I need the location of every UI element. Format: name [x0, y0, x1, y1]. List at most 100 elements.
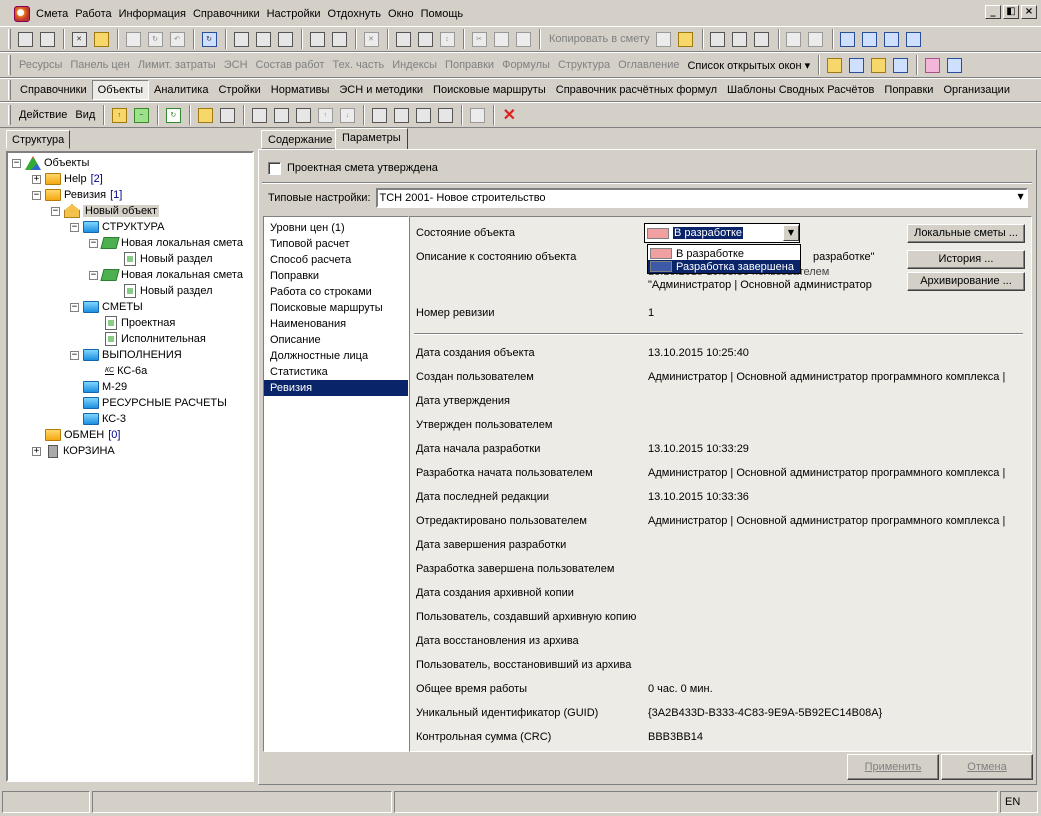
app-logo-icon[interactable] [14, 6, 30, 22]
tree-view-icon[interactable] [15, 29, 35, 49]
chevron-down-icon[interactable]: ▼ [783, 225, 799, 241]
cancel-button[interactable]: Отмена [941, 754, 1033, 780]
section-search-routes[interactable]: Поисковые маршруты [264, 300, 408, 316]
tab-search-routes[interactable]: Поисковые маршруты [428, 81, 551, 99]
refresh-green-icon[interactable]: ↻ [163, 105, 183, 125]
undo-icon[interactable]: ↶ [167, 29, 187, 49]
rs-doc-icon[interactable] [730, 29, 750, 49]
insert-row-icon[interactable] [253, 29, 273, 49]
corrections-button[interactable]: Поправки [441, 59, 498, 71]
align-right-icon[interactable] [904, 29, 924, 49]
export-icon[interactable] [393, 29, 413, 49]
collapse-icon[interactable]: − [89, 270, 98, 280]
section-revision[interactable]: Ревизия [264, 380, 408, 396]
tab-construction[interactable]: Стройки [213, 81, 265, 99]
tab-spravochniki[interactable]: Справочники [15, 81, 92, 99]
tab-content[interactable]: Содержание [261, 130, 340, 149]
menu-pomoshch[interactable]: Помощь [421, 8, 464, 20]
truck-icon[interactable] [846, 55, 866, 75]
print-preview-icon[interactable] [307, 29, 327, 49]
close-button[interactable]: × [1021, 5, 1037, 19]
new-object-icon[interactable] [195, 105, 215, 125]
approved-checkbox-row[interactable]: Проектная смета утверждена [268, 160, 438, 176]
section-calc-method[interactable]: Способ расчета [264, 252, 408, 268]
toc-button[interactable]: Оглавление [614, 59, 683, 71]
section-rows[interactable]: Работа со строками [264, 284, 408, 300]
collapse-icon[interactable]: − [70, 302, 79, 312]
tab-params[interactable]: Параметры [335, 128, 408, 150]
save-icon[interactable] [123, 29, 143, 49]
tree-node-ks3[interactable]: КС-3 [83, 411, 126, 427]
layers-blue-icon[interactable] [944, 55, 964, 75]
tab-formula-reference[interactable]: Справочник расчётных формул [551, 81, 722, 99]
local-estimates-button[interactable]: Локальные сметы ... [907, 224, 1025, 243]
state-option-completed[interactable]: Разработка завершена [648, 260, 800, 273]
layers-pink-icon[interactable] [922, 55, 942, 75]
materials-icon[interactable] [868, 55, 888, 75]
collapse-icon[interactable]: − [32, 190, 41, 200]
move-icon[interactable]: ↕ [437, 29, 457, 49]
tree-node-exchange[interactable]: ОБМЕН [0] [45, 427, 120, 443]
tree-node-help[interactable]: + Help [2] [32, 171, 103, 187]
collapse-icon[interactable]: − [70, 222, 79, 232]
rs-icon[interactable] [271, 105, 291, 125]
tree-node-local-estimate-1[interactable]: − Новая локальная смета [89, 235, 243, 251]
tree-node-executive[interactable]: Исполнительная [105, 331, 206, 347]
state-option-in-development[interactable]: В разработке [648, 247, 800, 260]
tree-node-section-1[interactable]: Новый раздел [124, 251, 213, 267]
tree-node-executions[interactable]: − ВЫПОЛНЕНИЯ [70, 347, 182, 363]
menu-nastroiki[interactable]: Настройки [267, 8, 321, 20]
copy-to-estimate-button[interactable]: Копировать в смету [545, 33, 654, 45]
menu-rabota[interactable]: Работа [75, 8, 111, 20]
tree-node-revision[interactable]: − Ревизия [1] [32, 187, 122, 203]
rr-icon[interactable] [413, 105, 433, 125]
arrow-up-icon[interactable]: ↑ [315, 105, 335, 125]
expand-icon[interactable]: + [32, 174, 41, 184]
tree-node-structure[interactable]: − СТРУКТУРА [70, 219, 164, 235]
expand-icon[interactable]: + [32, 446, 41, 456]
m29-icon[interactable] [391, 105, 411, 125]
tree-node-section-2[interactable]: Новый раздел [124, 283, 213, 299]
tab-summary-templates[interactable]: Шаблоны Сводных Расчётов [722, 81, 879, 99]
properties-icon[interactable] [467, 105, 487, 125]
tab-organizations[interactable]: Организации [938, 81, 1015, 99]
copy-doc-icon[interactable] [654, 29, 674, 49]
toolbar-grip[interactable] [8, 29, 11, 49]
work-composition-button[interactable]: Состав работ [252, 59, 329, 71]
open-windows-dropdown[interactable]: Список открытых окон ▾ [683, 59, 814, 72]
print-icon[interactable] [329, 29, 349, 49]
formulas-button[interactable]: Формулы [498, 59, 554, 71]
typical-settings-select[interactable]: ТСН 2001- Новое строительство ▼ [375, 188, 1028, 208]
cut-icon[interactable]: ✂ [469, 29, 489, 49]
history-button[interactable]: История ... [907, 250, 1025, 269]
tree-node-new-object[interactable]: − Новый объект [51, 203, 160, 219]
archive-button[interactable]: Архивирование ... [907, 272, 1025, 291]
minimize-button[interactable]: _ [985, 5, 1001, 19]
section-corrections[interactable]: Поправки [264, 268, 408, 284]
add-row-icon[interactable] [231, 29, 251, 49]
calc-doc-icon[interactable] [369, 105, 389, 125]
clipboard-icon[interactable] [676, 29, 696, 49]
tab-normatives[interactable]: Нормативы [266, 81, 335, 99]
car-icon[interactable] [890, 55, 910, 75]
align-left-icon[interactable] [882, 29, 902, 49]
menu-informatsiya[interactable]: Информация [119, 8, 186, 20]
view-menu[interactable]: Вид [71, 109, 99, 121]
collapse-icon[interactable]: − [12, 158, 21, 168]
price-panel-button[interactable]: Панель цен [66, 59, 133, 71]
delete-icon[interactable]: ✕ [361, 29, 381, 49]
tree-root[interactable]: − Объекты [12, 155, 89, 171]
folder-up-icon[interactable]: ↑ [109, 105, 129, 125]
section-typical-calc[interactable]: Типовой расчет [264, 236, 408, 252]
section-names[interactable]: Наименования [264, 316, 408, 332]
refresh-icon[interactable]: ↻ [145, 29, 165, 49]
tree-node-design[interactable]: Проектная [105, 315, 175, 331]
arrow-down-icon[interactable]: ↓ [337, 105, 357, 125]
menu-okno[interactable]: Окно [388, 8, 414, 20]
tab-structure[interactable]: Структура [6, 130, 70, 149]
tab-corrections[interactable]: Поправки [879, 81, 938, 99]
delete-red-icon[interactable]: ✕ [499, 105, 519, 125]
tree-node-m29[interactable]: М-29 [83, 379, 127, 395]
tree-node-trash[interactable]: + КОРЗИНА [32, 443, 115, 459]
pr-icon[interactable] [293, 105, 313, 125]
